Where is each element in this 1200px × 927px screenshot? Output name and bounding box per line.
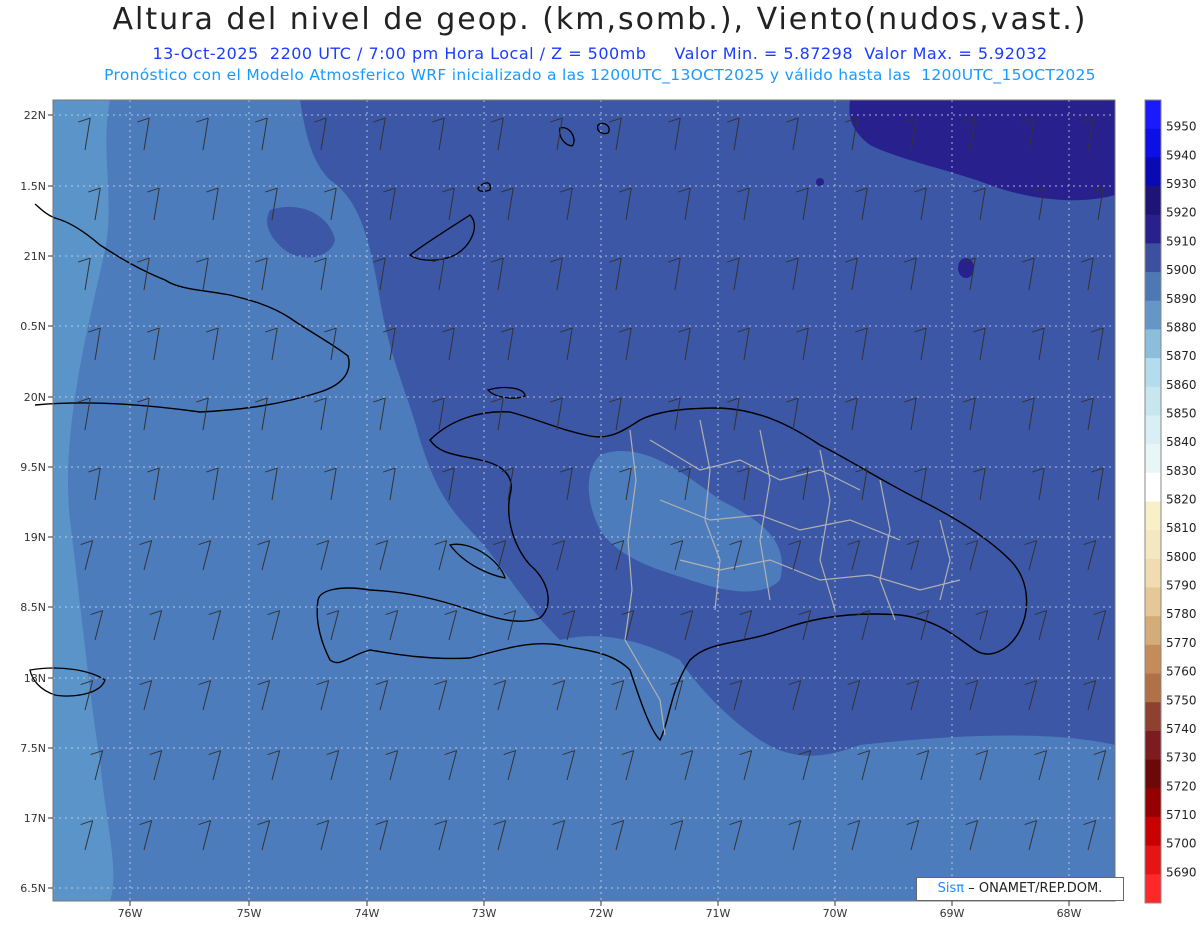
lon-label: 68W	[1057, 907, 1082, 920]
colorbar-label: 5750	[1166, 693, 1197, 707]
colorbar-swatch	[1145, 100, 1161, 130]
lon-label: 71W	[706, 907, 731, 920]
latitude-labels: 22N 1.5N 21N 0.5N 20N 9.5N 19N 8.5N 18N 7.5N 17N 6.…	[20, 109, 53, 895]
colorbar-label: 5720	[1166, 779, 1197, 793]
colorbar-swatch	[1145, 730, 1161, 761]
contour-spot-2	[816, 178, 824, 186]
lat-label: 9.5N	[20, 461, 46, 474]
colorbar-swatch	[1145, 444, 1161, 474]
colorbar-label: 5830	[1166, 464, 1197, 478]
colorbar-label: 5900	[1166, 263, 1197, 277]
colorbar-swatch	[1145, 186, 1161, 216]
colorbar-swatch	[1145, 644, 1161, 675]
colorbar-swatch	[1145, 243, 1161, 273]
colorbar-label: 5860	[1166, 378, 1197, 392]
lon-label: 75W	[237, 907, 262, 920]
colorbar-swatch	[1145, 386, 1161, 416]
colorbar-swatch	[1145, 214, 1161, 244]
colorbar-swatch	[1145, 329, 1161, 359]
lat-label: 18N	[24, 672, 46, 685]
colorbar-label: 5800	[1166, 550, 1197, 564]
lon-label: 72W	[589, 907, 614, 920]
colorbar-label: 5820	[1166, 493, 1197, 507]
colorbar-label: 5780	[1166, 607, 1197, 621]
lat-label: 19N	[24, 531, 46, 544]
colorbar-label: 5690	[1166, 865, 1197, 879]
colorbar-label: 5910	[1166, 234, 1197, 248]
colorbar-swatch	[1145, 300, 1161, 330]
lat-label: 7.5N	[20, 742, 46, 755]
lat-label: 17N	[24, 812, 46, 825]
credit-text: – ONAMET/REP.DOM.	[968, 881, 1103, 896]
colorbar-swatch	[1145, 816, 1161, 847]
colorbar-swatch	[1145, 759, 1161, 789]
colorbar-swatch	[1145, 358, 1161, 388]
colorbar-label: 5920	[1166, 206, 1197, 220]
colorbar-label: 5790	[1166, 579, 1197, 593]
longitude-labels: 76W 75W 74W 73W 72W 71W 70W 69W 68W	[118, 901, 1082, 920]
colorbar-swatch	[1145, 673, 1161, 703]
colorbar-label: 5940	[1166, 148, 1197, 162]
colorbar-swatch	[1145, 558, 1161, 589]
colorbar-label: 5710	[1166, 808, 1197, 822]
colorbar-swatch	[1145, 616, 1161, 646]
lon-label: 69W	[940, 907, 965, 920]
colorbar-swatch	[1145, 157, 1161, 187]
colorbar-label: 5730	[1166, 751, 1197, 765]
lon-label: 73W	[472, 907, 497, 920]
colorbar-swatch	[1145, 472, 1161, 502]
colorbar-label: 5930	[1166, 177, 1197, 191]
colorbar: 5950 5940 5930 5920 5910 5900 5890 5880 5870 5860…	[1144, 99, 1197, 904]
colorbar-label: 5810	[1166, 521, 1197, 535]
colorbar-swatch	[1145, 415, 1161, 445]
colorbar-label: 5850	[1166, 406, 1197, 420]
colorbar-swatch	[1145, 501, 1161, 531]
colorbar-swatch	[1145, 530, 1161, 560]
colorbar-swatch	[1145, 702, 1161, 732]
lon-label: 76W	[118, 907, 143, 920]
forecast-map: 22N 1.5N 21N 0.5N 20N 9.5N 19N 8.5N 18N 7.5N 17N 6.…	[20, 99, 1197, 920]
colorbar-label: 5840	[1166, 435, 1197, 449]
lon-label: 74W	[355, 907, 380, 920]
colorbar-label: 5880	[1166, 320, 1197, 334]
lat-label: 6.5N	[20, 882, 46, 895]
colorbar-swatch	[1145, 587, 1161, 617]
colorbar-swatch	[1145, 128, 1161, 158]
colorbar-label: 5770	[1166, 636, 1197, 650]
lat-label: 22N	[24, 109, 46, 122]
colorbar-label: 5700	[1166, 837, 1197, 851]
colorbar-label: 5890	[1166, 292, 1197, 306]
lat-label: 20N	[24, 391, 46, 404]
lat-label: 1.5N	[20, 180, 46, 193]
colorbar-swatch	[1145, 845, 1161, 875]
colorbar-label: 5740	[1166, 722, 1197, 736]
lat-label: 0.5N	[20, 320, 46, 333]
credit-brand: Sisπ	[937, 881, 965, 896]
colorbar-label: 5950	[1166, 120, 1197, 134]
lon-label: 70W	[823, 907, 848, 920]
colorbar-swatch	[1145, 272, 1161, 302]
lat-label: 21N	[24, 250, 46, 263]
colorbar-label: 5870	[1166, 349, 1197, 363]
colorbar-swatch	[1145, 874, 1161, 904]
colorbar-label: 5760	[1166, 665, 1197, 679]
colorbar-swatch	[1145, 788, 1161, 818]
credit-box: Sisπ – ONAMET/REP.DOM.	[916, 877, 1124, 901]
lat-label: 8.5N	[20, 601, 46, 614]
